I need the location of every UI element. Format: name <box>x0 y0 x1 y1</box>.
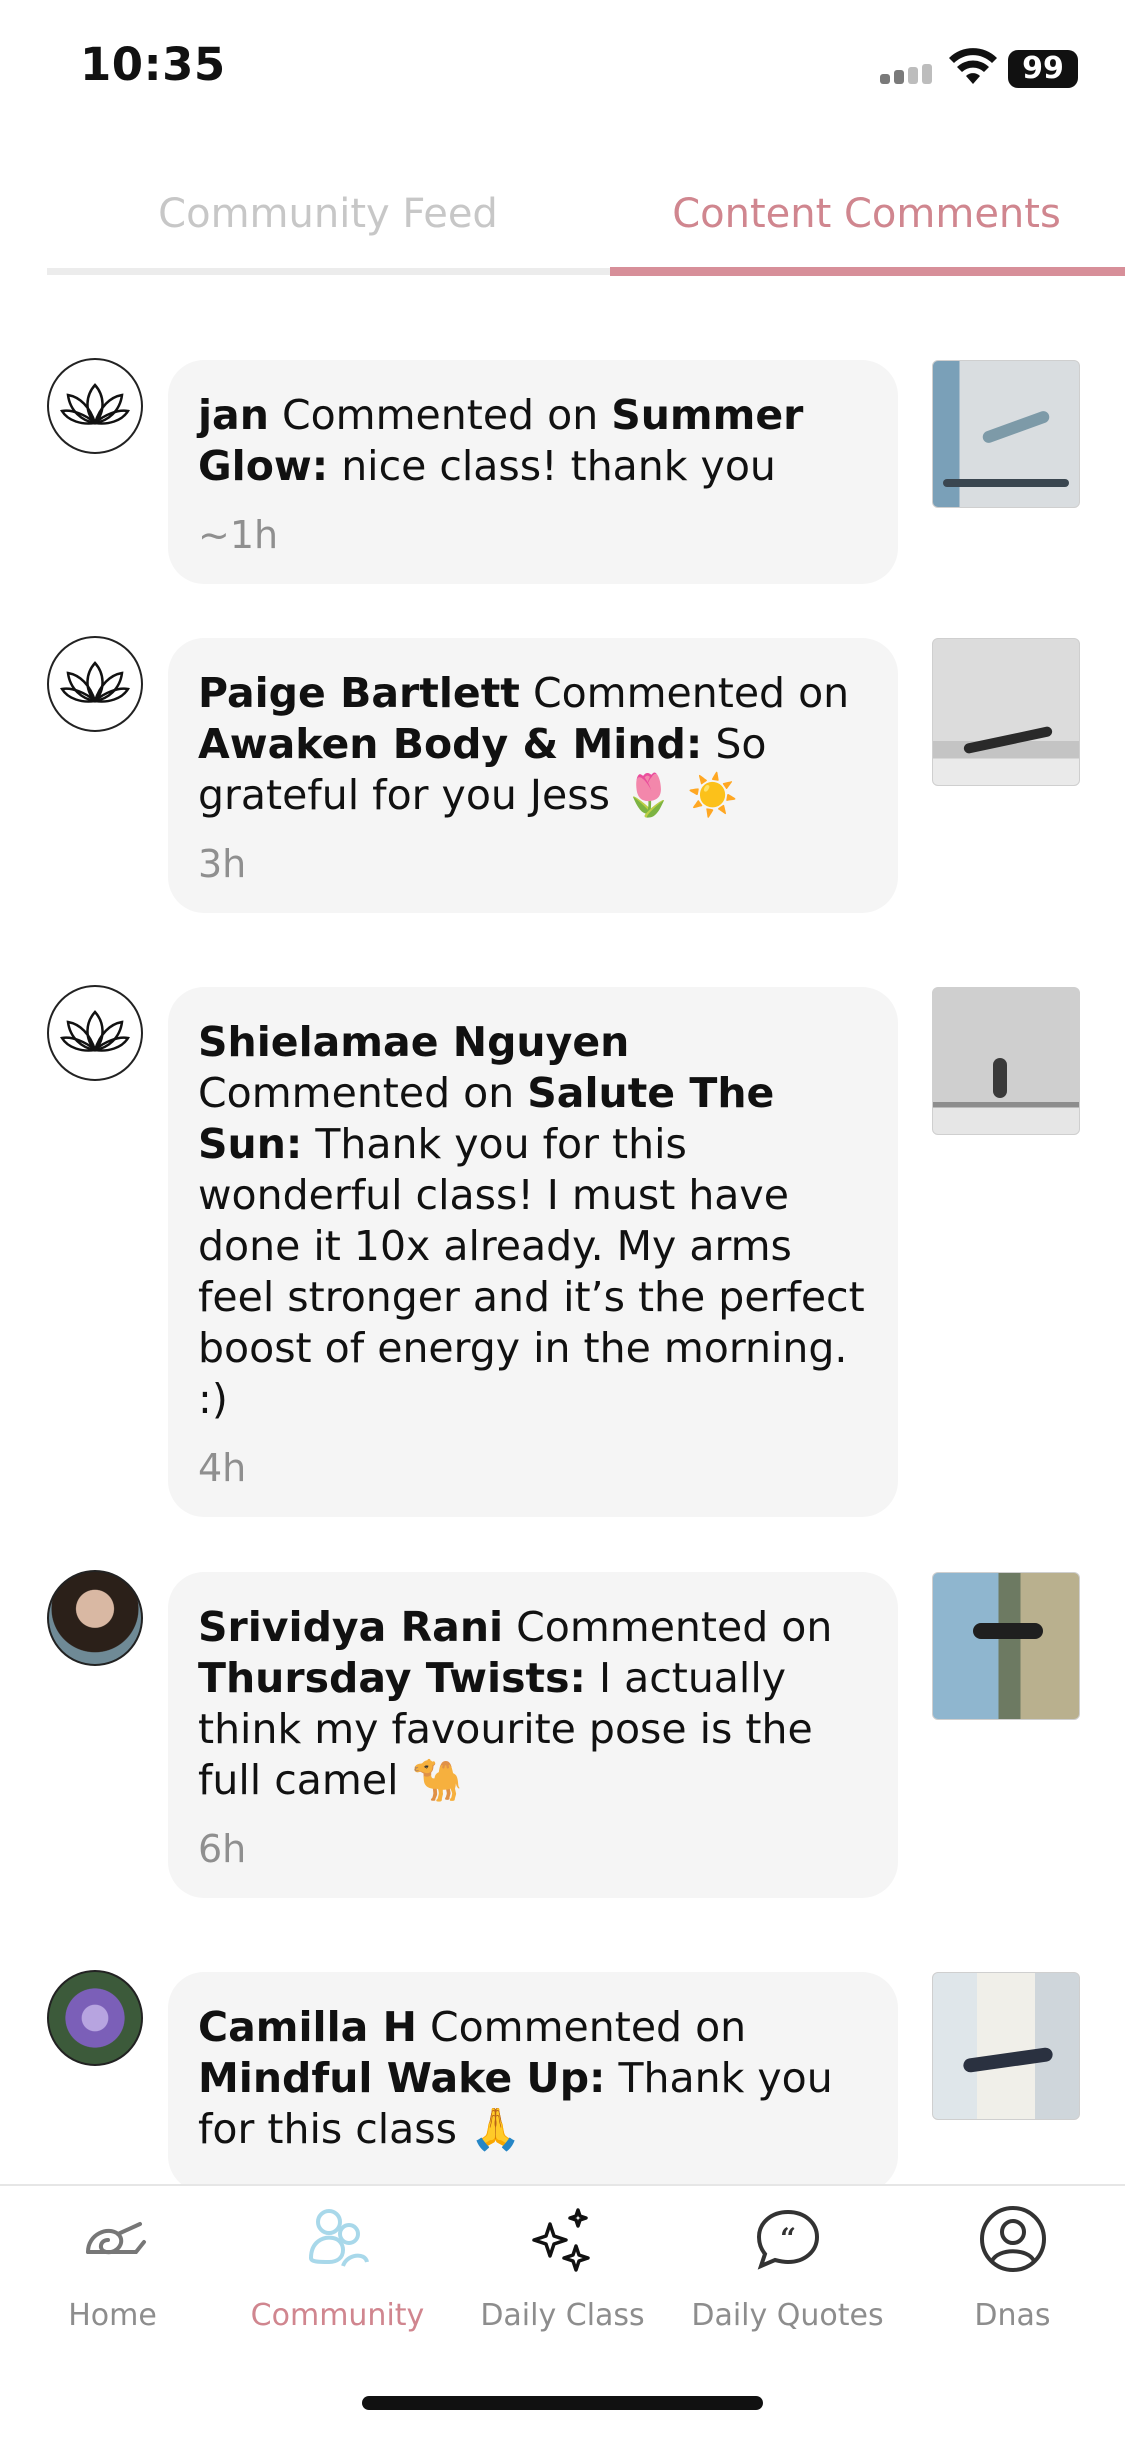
comment-text: Srividya Rani Commented on Thursday Twis… <box>198 1603 833 1804</box>
comment-timestamp: 4h <box>198 1446 247 1490</box>
battery-indicator: 99 <box>1008 50 1078 88</box>
nav-label: Home <box>68 2298 157 2333</box>
comment-timestamp: ~1h <box>198 513 279 557</box>
user-avatar[interactable] <box>47 1570 143 1666</box>
tab-community-feed[interactable]: Community Feed <box>47 160 609 268</box>
comment-bubble: Srividya Rani Commented on Thursday Twis… <box>168 1572 898 1898</box>
tab-bar: Community Feed Content Comments <box>47 160 1125 278</box>
content-thumbnail[interactable] <box>932 638 1080 786</box>
comment-timestamp: 3h <box>198 842 247 886</box>
svg-text:“: “ <box>780 2222 796 2255</box>
lotus-icon <box>47 358 143 454</box>
content-thumbnail[interactable] <box>932 360 1080 508</box>
comment-message: nice class! thank you <box>328 442 776 490</box>
yoga-mat-icon <box>86 2222 146 2255</box>
lotus-icon <box>47 985 143 1081</box>
nav-profile[interactable]: Dnas <box>900 2194 1125 2354</box>
comment-author[interactable]: Camilla H <box>198 2003 417 2051</box>
tab-content-comments[interactable]: Content Comments <box>609 160 1124 268</box>
comment-content-title[interactable]: Thursday Twists: <box>198 1654 586 1702</box>
status-time: 10:35 <box>80 38 226 91</box>
comment-author[interactable]: Shielamae Nguyen <box>198 1018 629 1066</box>
wifi-icon <box>949 48 997 84</box>
comment-content-title[interactable]: Awaken Body & Mind: <box>198 720 702 768</box>
user-avatar[interactable] <box>47 1970 143 2066</box>
comment-bubble: Paige Bartlett Commented on Awaken Body … <box>168 638 898 913</box>
comment-text: jan Commented on Summer Glow: nice class… <box>198 391 804 490</box>
comment-bubble: Shielamae Nguyen Commented on Salute The… <box>168 987 898 1517</box>
comment-text: Paige Bartlett Commented on Awaken Body … <box>198 669 850 819</box>
cellular-signal-icon <box>880 64 934 84</box>
content-thumbnail[interactable] <box>932 1972 1080 2120</box>
sparkles-icon <box>532 2208 590 2272</box>
tab-active-indicator <box>610 267 1125 276</box>
comment-bubble: Camilla H Commented on Mindful Wake Up: … <box>168 1972 898 2192</box>
nav-label: Community <box>250 2298 425 2333</box>
comment-author[interactable]: Srividya Rani <box>198 1603 503 1651</box>
profile-icon <box>980 2206 1046 2272</box>
lotus-icon <box>47 636 143 732</box>
comment-text: Camilla H Commented on Mindful Wake Up: … <box>198 2003 833 2153</box>
comment-author[interactable]: jan <box>198 391 269 439</box>
home-indicator <box>362 2396 763 2410</box>
nav-label: Daily Class <box>480 2298 645 2333</box>
community-icon <box>308 2209 369 2267</box>
comment-content-title[interactable]: Mindful Wake Up: <box>198 2054 605 2102</box>
comment-text: Shielamae Nguyen Commented on Salute The… <box>198 1018 865 1423</box>
nav-home[interactable]: Home <box>0 2194 225 2354</box>
content-thumbnail[interactable] <box>932 987 1080 1135</box>
nav-community[interactable]: Community <box>225 2194 450 2354</box>
nav-label: Dnas <box>974 2298 1051 2333</box>
status-bar: 10:35 99 <box>0 0 1125 140</box>
comment-timestamp: 6h <box>198 1827 247 1871</box>
quote-bubble-icon: “ <box>756 2209 820 2270</box>
content-thumbnail[interactable] <box>932 1572 1080 1720</box>
comment-author[interactable]: Paige Bartlett <box>198 669 520 717</box>
comment-bubble: jan Commented on Summer Glow: nice class… <box>168 360 898 584</box>
nav-daily-class[interactable]: Daily Class <box>450 2194 675 2354</box>
nav-label: Daily Quotes <box>691 2298 884 2333</box>
nav-daily-quotes[interactable]: “ Daily Quotes <box>675 2194 900 2354</box>
